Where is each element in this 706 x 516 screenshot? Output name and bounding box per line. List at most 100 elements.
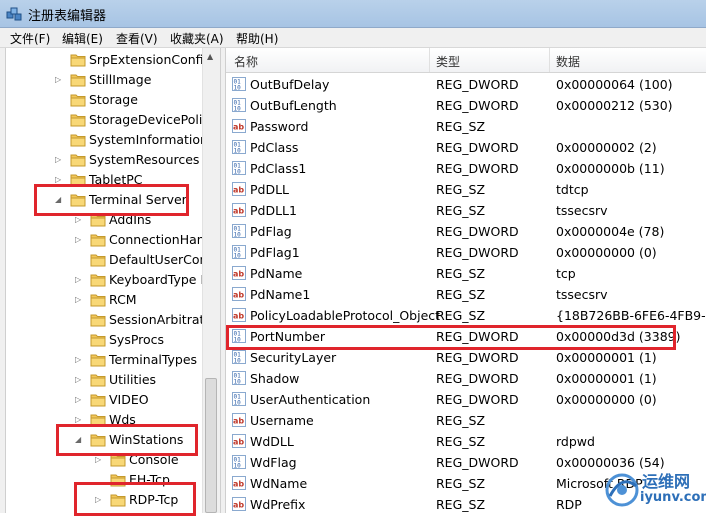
table-row[interactable]: ab Password REG_SZ [226,116,706,137]
svg-text:ab: ab [233,312,244,321]
cell-type: REG_SZ [436,434,486,449]
table-row[interactable]: ab PdName1 REG_SZ tssecsrv [226,284,706,305]
tree-node-rcm[interactable]: ▷ RCM [0,290,202,310]
expand-arrow-icon[interactable]: ▷ [55,150,64,170]
cell-type: REG_DWORD [436,161,519,176]
table-row[interactable]: 01 10 SecurityLayer REG_DWORD 0x00000001 (1) [226,347,706,368]
svg-text:10: 10 [234,463,242,470]
tree-node-label: SrpExtensionConfig [89,52,212,67]
menu-edit[interactable]: 编辑(E) [62,30,103,47]
binary-value-icon: 01 10 [232,245,246,260]
tree-node-label: DefaultUserConf [109,252,212,267]
table-row[interactable]: ab PdDLL1 REG_SZ tssecsrv [226,200,706,221]
tree-node-defaultuserconf[interactable]: DefaultUserConf [0,250,212,270]
svg-text:ab: ab [233,270,244,279]
expand-arrow-icon[interactable]: ▷ [75,290,84,310]
tree-node-srpextensionconfig[interactable]: SrpExtensionConfig [0,50,211,70]
folder-icon [90,274,106,287]
tree-node-sessionarbitratio[interactable]: SessionArbitratio [0,310,216,330]
watermark-title: 运维网 [642,472,691,491]
svg-text:10: 10 [234,106,242,113]
tree-node-keyboardtype-m[interactable]: ▷ KeyboardType M [0,270,211,290]
tree-node-utilities[interactable]: ▷ Utilities [0,370,202,390]
cell-name: UserAuthentication [250,392,371,407]
tree-node-terminaltypes[interactable]: ▷ TerminalTypes [0,350,202,370]
menu-view[interactable]: 查看(V) [116,30,158,47]
table-row[interactable]: 01 10 OutBufDelay REG_DWORD 0x00000064 (100) [226,74,706,95]
table-row[interactable]: ab Username REG_SZ [226,410,706,431]
menu-file[interactable]: 文件(F) [10,30,50,47]
table-row[interactable]: ab WdDLL REG_SZ rdpwd [226,431,706,452]
table-row[interactable]: 01 10 PdFlag REG_DWORD 0x0000004e (78) [226,221,706,242]
tree-node-stillimage[interactable]: ▷ StillImage [0,70,202,90]
string-value-icon: ab [232,476,246,490]
menu-favorites[interactable]: 收藏夹(A) [170,30,224,47]
column-divider[interactable] [549,48,550,72]
folder-icon [70,114,86,127]
string-value-icon: ab [232,203,246,217]
cell-type: REG_SZ [436,266,486,281]
svg-text:10: 10 [234,400,242,407]
cell-name: Password [250,119,309,134]
watermark-logo: 运维网 iyunv.com [600,466,706,512]
tree-node-storage[interactable]: Storage [0,90,202,110]
string-value-icon: ab [232,308,246,322]
folder-icon [70,94,86,107]
folder-icon [90,394,106,407]
svg-text:10: 10 [234,148,242,155]
table-row[interactable]: 01 10 PdClass1 REG_DWORD 0x0000000b (11) [226,158,706,179]
tree-node-systeminformation[interactable]: SystemInformation [0,130,208,150]
table-row[interactable]: ab PdName REG_SZ tcp [226,263,706,284]
binary-value-icon: 01 10 [232,140,246,155]
scrollbar-thumb[interactable] [205,378,217,513]
cell-data: 0x00000212 (530) [556,98,673,113]
expand-arrow-icon[interactable]: ▷ [75,230,84,250]
string-value-icon: ab [232,287,246,301]
tree-node-video[interactable]: ▷ VIDEO [0,390,202,410]
column-header-name[interactable]: 名称 [234,53,258,70]
tree-node-label: StorageDevicePolici [89,112,213,127]
table-row[interactable]: 01 10 PdFlag1 REG_DWORD 0x00000000 (0) [226,242,706,263]
binary-value-icon: 01 10 [232,455,246,470]
cell-name: PdName1 [250,287,311,302]
cell-name: PdName [250,266,303,281]
cell-type: REG_DWORD [436,455,519,470]
cell-data: tcp [556,266,576,281]
tree-node-label: ConnectionHand [109,232,213,247]
tree-node-label: RCM [109,292,137,307]
cell-data: 0x00000000 (0) [556,392,657,407]
tree-node-connectionhand[interactable]: ▷ ConnectionHand [0,230,213,250]
cell-type: REG_DWORD [436,245,519,260]
expand-arrow-icon[interactable]: ▷ [75,390,84,410]
cell-data: 0x00000001 (1) [556,350,657,365]
tree-node-label: Utilities [109,372,157,387]
expand-arrow-icon[interactable]: ▷ [75,370,84,390]
cell-data: {18B726BB-6FE6-4FB9-927 [556,308,706,323]
tree-node-sysprocs[interactable]: SysProcs [0,330,202,350]
table-row[interactable]: 01 10 Shadow REG_DWORD 0x00000001 (1) [226,368,706,389]
tree-node-storagedevicepolici[interactable]: StorageDevicePolici [0,110,213,130]
column-divider[interactable] [429,48,430,72]
cell-type: REG_DWORD [436,392,519,407]
tree-vertical-scrollbar[interactable]: ▲ [202,48,220,513]
cell-data: tdtcp [556,182,589,197]
table-row[interactable]: ab PdDLL REG_SZ tdtcp [226,179,706,200]
table-row[interactable]: 01 10 OutBufLength REG_DWORD 0x00000212 (530… [226,95,706,116]
cell-name: WdName [250,476,308,491]
cell-type: REG_SZ [436,413,486,428]
table-row[interactable]: ab PolicyLoadableProtocol_Object REG_SZ {18… [226,305,706,326]
svg-text:10: 10 [234,253,242,260]
scroll-up-arrow-icon[interactable]: ▲ [207,52,213,61]
expand-arrow-icon[interactable]: ▷ [55,70,64,90]
menu-help[interactable]: 帮助(H) [236,30,278,47]
column-header-type[interactable]: 类型 [436,53,460,70]
svg-text:10: 10 [234,379,242,386]
cell-data: 0x00000002 (2) [556,140,657,155]
value-list-pane[interactable]: 名称 类型 数据 01 10 OutBufDelay REG_DWORD 0x00000… [226,48,706,513]
table-row[interactable]: 01 10 PdClass REG_DWORD 0x00000002 (2) [226,137,706,158]
column-header-data[interactable]: 数据 [556,53,580,70]
tree-node-systemresources[interactable]: ▷ SystemResources [0,150,202,170]
expand-arrow-icon[interactable]: ▷ [75,270,84,290]
table-row[interactable]: 01 10 UserAuthentication REG_DWORD 0x0000000… [226,389,706,410]
expand-arrow-icon[interactable]: ▷ [75,350,84,370]
